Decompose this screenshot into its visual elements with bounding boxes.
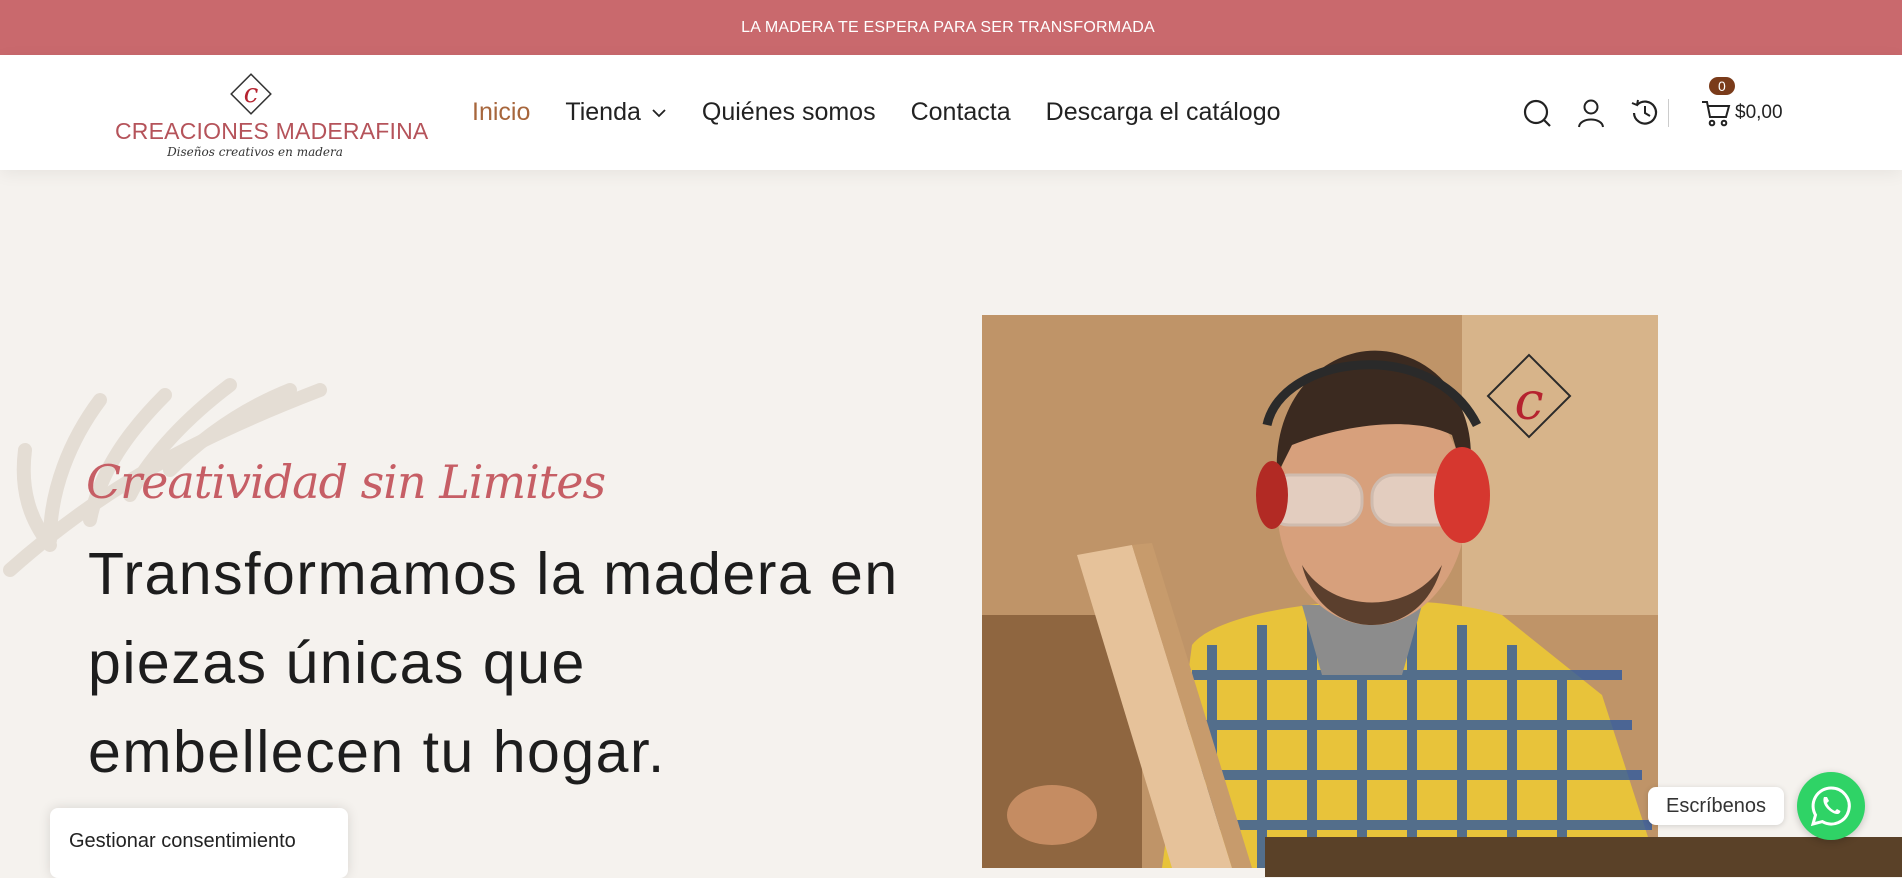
divider bbox=[1668, 98, 1669, 127]
whatsapp-button[interactable] bbox=[1797, 772, 1865, 840]
whatsapp-icon bbox=[1810, 786, 1851, 827]
nav-item-quienes-somos[interactable]: Quiénes somos bbox=[702, 98, 876, 127]
chevron-down-icon bbox=[652, 108, 666, 117]
hero-heading: Transformamos la madera en piezas únicas… bbox=[88, 541, 899, 785]
consent-label: Gestionar consentimiento bbox=[69, 830, 296, 852]
chat-label-text: Escríbenos bbox=[1666, 794, 1767, 817]
nav-item-label: Descarga el catálogo bbox=[1045, 98, 1281, 126]
chat-label[interactable]: Escríbenos bbox=[1648, 787, 1785, 825]
secondary-image bbox=[1265, 837, 1902, 877]
user-icon[interactable] bbox=[1574, 96, 1608, 130]
announcement-text: LA MADERA TE ESPERA PARA SER TRANSFORMAD… bbox=[741, 18, 1155, 36]
logo-name: CREACIONES MADERAFINA bbox=[115, 118, 429, 144]
cart-icon bbox=[1702, 100, 1731, 126]
hero-script-title: Creatividad sin Limites bbox=[86, 455, 606, 509]
nav-item-label: Tienda bbox=[565, 98, 641, 126]
nav-item-tienda[interactable]: Tienda bbox=[565, 98, 667, 127]
site-header: c CREACIONES MADERAFINA Diseños creativo… bbox=[0, 55, 1902, 170]
cart-total: $0,00 bbox=[1735, 101, 1783, 123]
cart-count-badge: 0 bbox=[1709, 76, 1735, 95]
nav-item-label: Quiénes somos bbox=[701, 98, 876, 126]
main-nav: Inicio Tienda Quiénes somos Contacta Des… bbox=[472, 55, 1316, 170]
search-icon[interactable] bbox=[1520, 96, 1554, 130]
svg-text:c: c bbox=[1514, 372, 1543, 432]
site-logo[interactable]: c CREACIONES MADERAFINA Diseños creativo… bbox=[110, 67, 429, 159]
nav-item-label: Contacta bbox=[910, 98, 1011, 126]
logo-letter: c bbox=[244, 79, 259, 109]
nav-item-inicio[interactable]: Inicio bbox=[472, 98, 530, 127]
nav-item-contacta[interactable]: Contacta bbox=[911, 98, 1011, 127]
hero-image-carpenter: c bbox=[982, 315, 1658, 868]
history-icon[interactable] bbox=[1628, 96, 1662, 130]
nav-item-label: Inicio bbox=[472, 98, 531, 126]
logo-diamond-icon: c bbox=[230, 73, 272, 115]
header-actions: 0 $0,00 bbox=[1520, 55, 1783, 170]
carpenter-photo: c bbox=[982, 315, 1658, 868]
logo-tagline: Diseños creativos en madera bbox=[167, 145, 343, 159]
cart-button[interactable]: 0 $0,00 bbox=[1701, 76, 1783, 127]
nav-item-catalogo[interactable]: Descarga el catálogo bbox=[1046, 98, 1281, 127]
announcement-bar: LA MADERA TE ESPERA PARA SER TRANSFORMAD… bbox=[0, 0, 1902, 55]
